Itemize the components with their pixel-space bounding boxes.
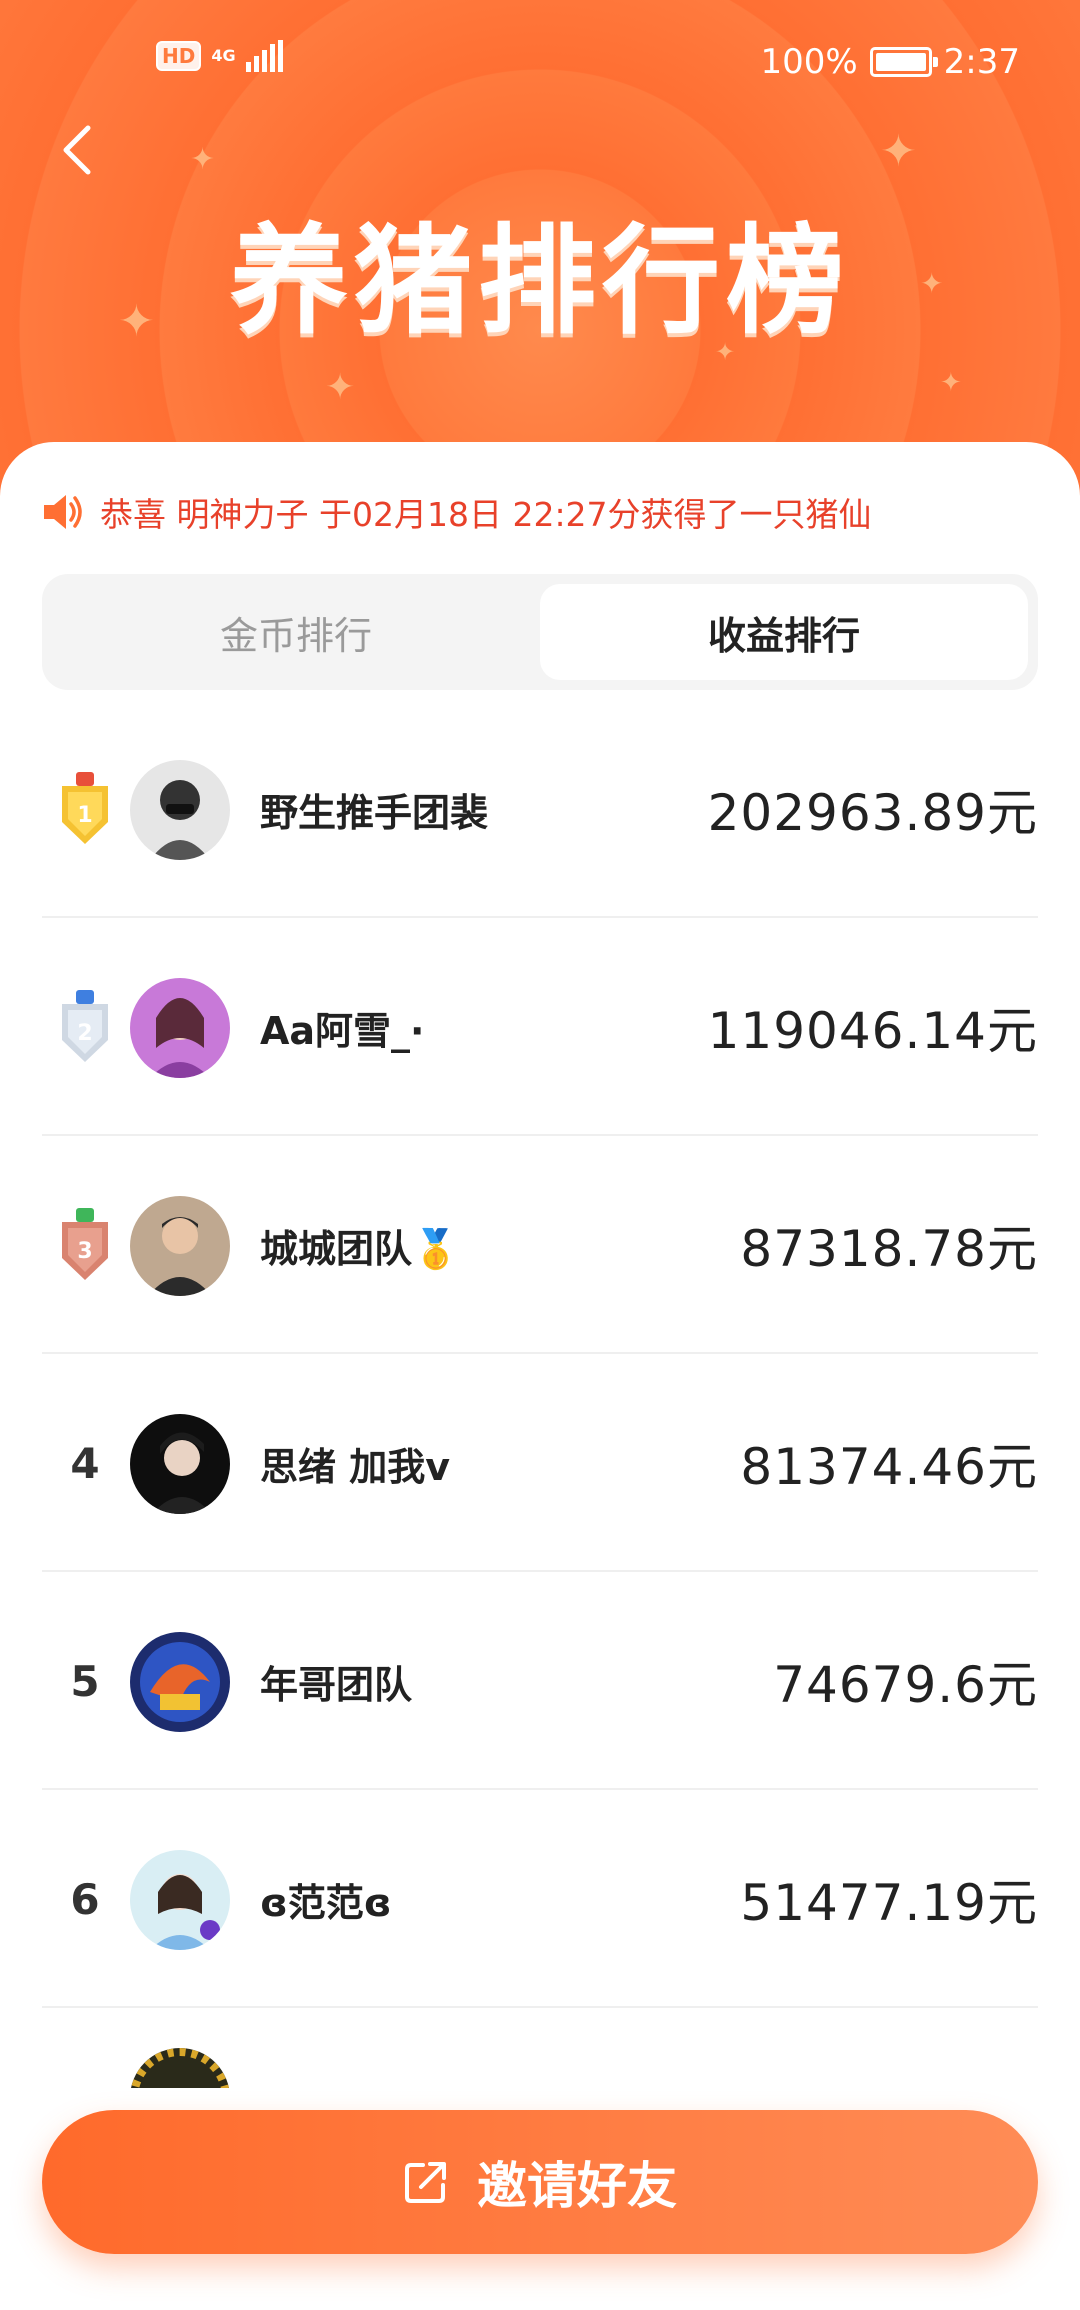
speaker-icon [44, 495, 82, 529]
tab-coin-ranking[interactable]: 金币排行 [52, 584, 540, 680]
ranking-list: 1 野生推手团裴 202963.89元 2 Aa阿雪_· 119046.14元 … [42, 700, 1038, 2088]
list-item-partial [42, 2008, 1038, 2088]
rank-cell: 3 [42, 1136, 128, 1354]
invite-friends-button[interactable]: 邀请好友 [42, 2110, 1038, 2254]
back-button[interactable] [58, 120, 118, 190]
list-item[interactable]: 6 ɞ范范ɞ 51477.19元 [42, 1790, 1038, 2008]
battery-percent: 100% [760, 42, 858, 82]
earnings-amount: 87318.78元 [740, 1220, 1038, 1278]
rank-cell: 4 [42, 1354, 128, 1572]
avatar[interactable] [130, 1414, 230, 1514]
username: ɞ范范ɞ [260, 1880, 392, 1925]
status-left: HD 4G [156, 40, 283, 72]
list-item[interactable]: 3 城城团队🥇 87318.78元 [42, 1136, 1038, 1354]
username: 城城团队🥇 [260, 1226, 460, 1271]
bronze-medal-icon: 3 [62, 1208, 108, 1280]
chevron-left-icon [63, 125, 91, 175]
network-label: 4G [211, 46, 236, 65]
page-title: 养猪排行榜 [229, 212, 850, 350]
winner-notice: 恭喜 明神力子 于02月18日 22:27分获得了一只猪仙 [42, 488, 872, 536]
rank-cell: 5 [42, 1572, 128, 1790]
notice-text: 恭喜 明神力子 于02月18日 22:27分获得了一只猪仙 [100, 495, 872, 534]
silver-medal-icon: 2 [62, 990, 108, 1062]
gold-medal-icon: 1 [62, 772, 108, 844]
list-item[interactable]: 5 年哥团队 74679.6元 [42, 1572, 1038, 1790]
svg-text:3: 3 [77, 1239, 92, 1264]
battery-icon [869, 47, 938, 77]
sparkle-icon: ✦ [325, 367, 356, 408]
avatar[interactable] [130, 978, 230, 1078]
avatar [130, 2048, 230, 2088]
avatar[interactable] [130, 1850, 230, 1950]
signal-icon [245, 40, 283, 72]
earnings-amount: 202963.89元 [707, 784, 1038, 842]
username: 野生推手团裴 [260, 790, 489, 835]
tab-earnings-ranking[interactable]: 收益排行 [540, 584, 1028, 680]
rank-number: 5 [70, 1656, 100, 1706]
sparkle-icon: ✦ [940, 368, 962, 398]
status-right: 100% 2:37 [760, 42, 1020, 82]
username: 年哥团队 [260, 1662, 413, 1707]
earnings-amount: 74679.6元 [773, 1656, 1038, 1714]
rank-cell: 6 [42, 1790, 128, 2008]
share-icon [405, 2162, 446, 2203]
rank-number: 4 [70, 1438, 100, 1488]
earnings-amount: 119046.14元 [707, 1002, 1038, 1060]
list-item[interactable]: 4 思绪 加我v 81374.46元 [42, 1354, 1038, 1572]
svg-text:1: 1 [77, 803, 92, 828]
rank-number: 6 [70, 1874, 100, 1924]
earnings-amount: 51477.19元 [740, 1874, 1038, 1932]
avatar[interactable] [130, 1196, 230, 1296]
clock: 2:37 [943, 42, 1020, 82]
username: Aa阿雪_· [260, 1008, 425, 1053]
hd-badge: HD [156, 41, 202, 71]
sparkle-icon: ✦ [190, 142, 216, 177]
sparkle-icon: ✦ [880, 126, 917, 177]
invite-button-label: 邀请好友 [477, 2157, 677, 2215]
list-item[interactable]: 2 Aa阿雪_· 119046.14元 [42, 918, 1038, 1136]
svg-text:2: 2 [77, 1021, 92, 1046]
list-item[interactable]: 1 野生推手团裴 202963.89元 [42, 700, 1038, 918]
earnings-amount: 81374.46元 [740, 1438, 1038, 1496]
rank-cell: 2 [42, 918, 128, 1136]
status-bar: HD 4G 100% 2:37 [0, 30, 1080, 94]
avatar[interactable] [130, 760, 230, 860]
username: 思绪 加我v [260, 1444, 451, 1489]
avatar[interactable] [130, 1632, 230, 1732]
ranking-tabs: 金币排行 收益排行 [42, 574, 1038, 690]
rank-cell: 1 [42, 700, 128, 918]
